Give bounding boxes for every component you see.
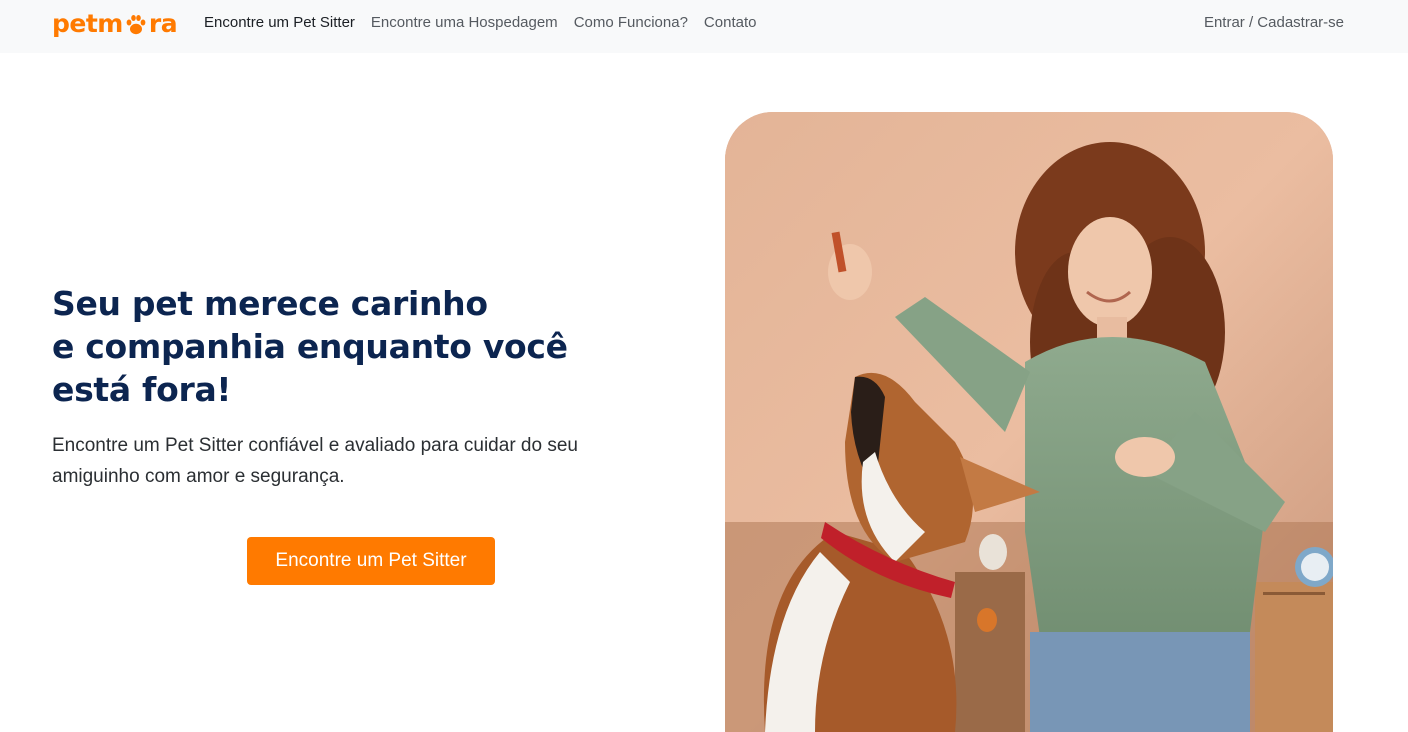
brand-name-part1: petm bbox=[52, 9, 123, 38]
hero-subtitle: Encontre um Pet Sitter confiável e avali… bbox=[52, 430, 632, 492]
paw-icon bbox=[124, 13, 148, 35]
hero-title: Seu pet merece carinho e companhia enqua… bbox=[52, 282, 612, 411]
hero-title-line: Seu pet merece carinho bbox=[52, 284, 488, 323]
nav-link-how-it-works[interactable]: Como Funciona? bbox=[574, 14, 688, 31]
nav-link-find-lodging[interactable]: Encontre uma Hospedagem bbox=[371, 14, 558, 31]
nav-link-contact[interactable]: Contato bbox=[704, 14, 757, 31]
brand-logo[interactable]: petm ra bbox=[52, 9, 178, 38]
nav-link-find-pet-sitter[interactable]: Encontre um Pet Sitter bbox=[204, 14, 355, 31]
hero-photo-woman-with-dog bbox=[725, 112, 1333, 732]
hero-title-line: e companhia enquanto você bbox=[52, 327, 568, 366]
find-pet-sitter-button[interactable]: Encontre um Pet Sitter bbox=[247, 537, 495, 585]
hero-subtitle-line: Encontre um Pet Sitter confiável e avali… bbox=[52, 435, 578, 456]
navbar: petm ra Encontre um Pet Sitter Encontre … bbox=[0, 0, 1408, 53]
brand-name-part2: ra bbox=[148, 9, 178, 38]
nav-links: Encontre um Pet Sitter Encontre uma Hosp… bbox=[204, 14, 756, 31]
hero-subtitle-line: amiguinho com amor e segurança. bbox=[52, 466, 345, 487]
hero-title-line: está fora! bbox=[52, 370, 232, 409]
login-signup-link[interactable]: Entrar / Cadastrar-se bbox=[1204, 14, 1344, 31]
